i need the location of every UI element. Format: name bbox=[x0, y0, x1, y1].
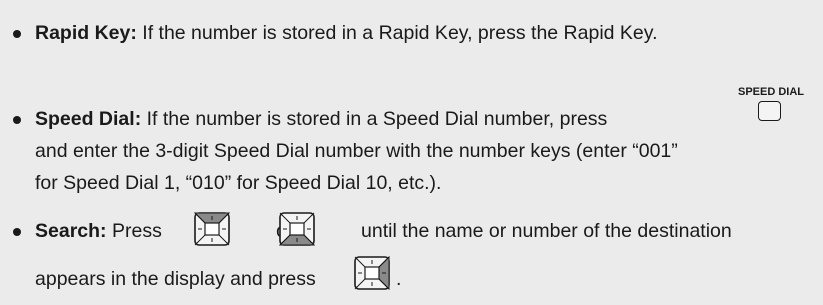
speed-dial-key-box bbox=[758, 101, 781, 121]
search-end-text: . bbox=[396, 268, 402, 290]
nav-up-key-icon bbox=[194, 212, 230, 246]
bullet-icon bbox=[13, 30, 21, 38]
search-line-2-text: appears in the display and press bbox=[35, 268, 316, 290]
search-line-1: Search: Press bbox=[35, 216, 162, 246]
speed-dial-text-1: If the number is stored in a Speed Dial … bbox=[146, 108, 608, 130]
speed-dial-term: Speed Dial: bbox=[35, 108, 142, 130]
search-line-2: appears in the display and press bbox=[35, 264, 316, 294]
nav-down-key-icon bbox=[279, 212, 315, 246]
search-press-text: Press bbox=[111, 220, 162, 242]
speed-dial-key-icon: SPEED DIAL bbox=[736, 86, 806, 128]
bullet-icon bbox=[13, 228, 21, 236]
search-rest-text: until the name or number of the destinat… bbox=[361, 220, 732, 242]
search-term: Search: bbox=[35, 220, 107, 242]
speed-dial-line-1: Speed Dial: If the number is stored in a… bbox=[35, 104, 607, 134]
speed-dial-line-2: and enter the 3-digit Speed Dial number … bbox=[35, 140, 678, 162]
rapid-key-term: Rapid Key: bbox=[35, 22, 137, 44]
speed-dial-key-label: SPEED DIAL bbox=[737, 86, 804, 98]
rapid-key-text: If the number is stored in a Rapid Key, … bbox=[142, 22, 658, 44]
bullet-icon bbox=[13, 116, 21, 124]
rapid-key-line: Rapid Key: If the number is stored in a … bbox=[35, 18, 658, 48]
speed-dial-line-3: for Speed Dial 1, “010” for Speed Dial 1… bbox=[35, 172, 442, 194]
nav-right-key-icon bbox=[354, 256, 390, 290]
